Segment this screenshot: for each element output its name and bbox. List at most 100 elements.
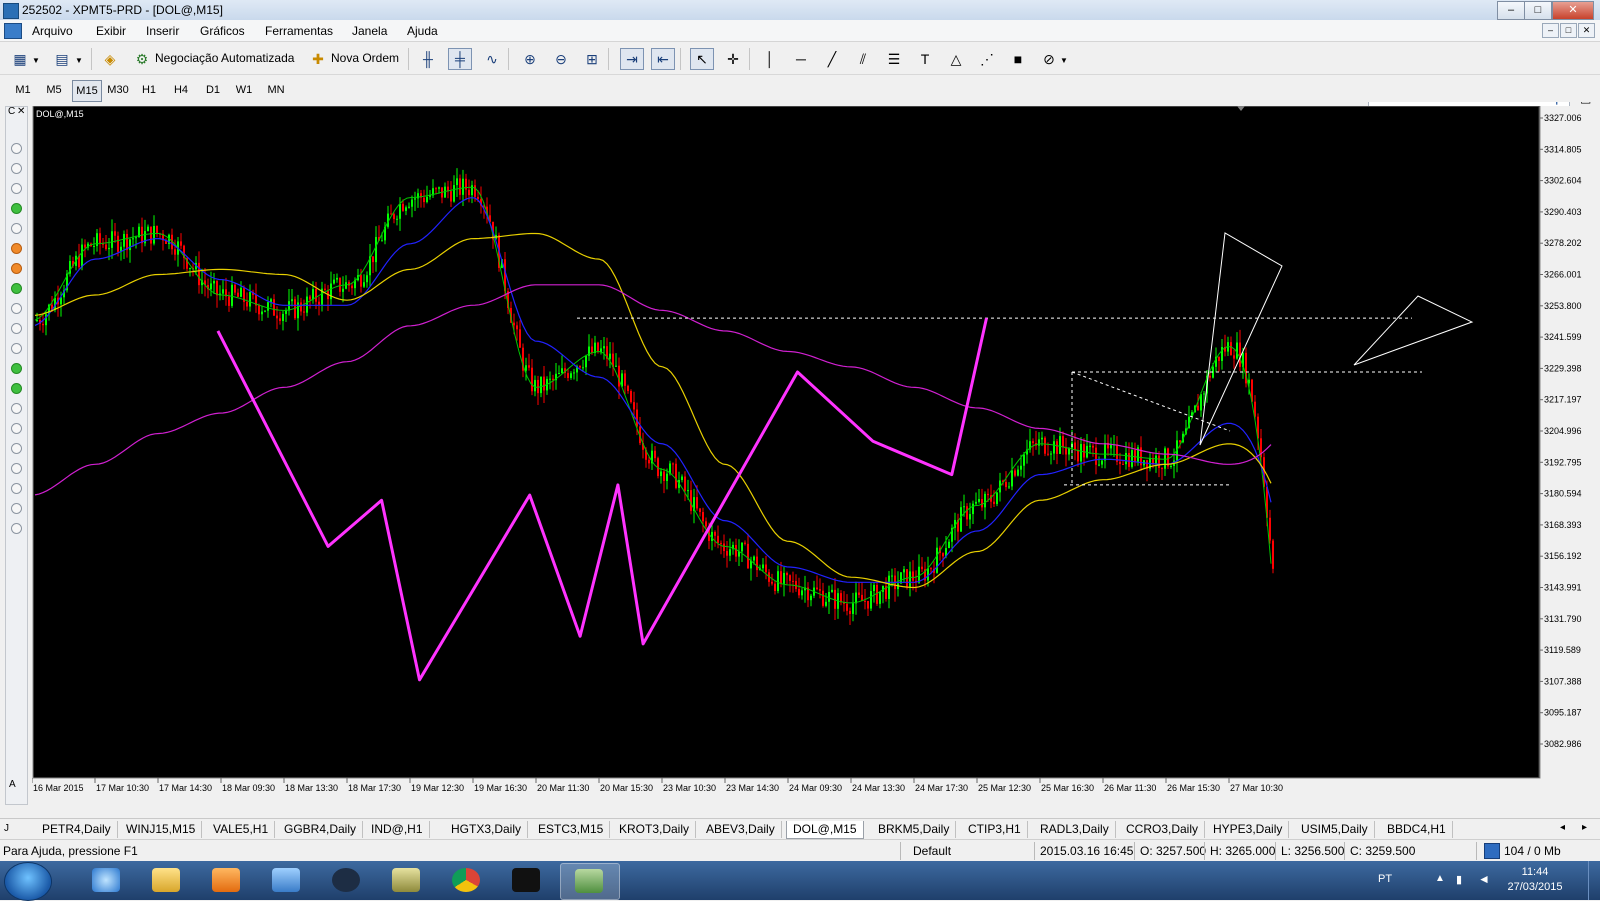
object-dot-icon[interactable]	[11, 483, 22, 494]
zoom-out-icon[interactable]: ⊖	[549, 48, 573, 70]
tf-mn[interactable]: MN	[262, 80, 290, 100]
taskbar-ie[interactable]	[78, 863, 136, 898]
tab-vale5-h1[interactable]: VALE5,H1	[207, 821, 276, 838]
object-up-arrow-icon[interactable]	[11, 383, 22, 394]
tf-h1[interactable]: H1	[135, 80, 163, 100]
tab-winj15-m15[interactable]: WINJ15,M15	[120, 821, 203, 838]
minimize-button[interactable]: –	[1497, 1, 1525, 20]
taskbar-xp[interactable]	[498, 863, 556, 898]
horizontal-line-icon[interactable]: ─	[789, 48, 813, 70]
tab-ind-h1[interactable]: IND@,H1	[365, 821, 430, 838]
language-indicator[interactable]: PT	[1378, 873, 1392, 885]
vertical-line-icon[interactable]: │	[758, 48, 782, 70]
tf-m5[interactable]: M5	[40, 80, 68, 100]
tf-h4[interactable]: H4	[167, 80, 195, 100]
object-dot-icon[interactable]	[11, 183, 22, 194]
tab-bbdc4-h1[interactable]: BBDC4,H1	[1381, 821, 1453, 838]
menu-arquivo[interactable]: Arquivo	[32, 24, 73, 38]
object-down-arrow-icon[interactable]	[11, 263, 22, 274]
close-button[interactable]: ✕	[1552, 1, 1594, 20]
mdi-close-button[interactable]: ✕	[1578, 23, 1595, 38]
start-button[interactable]	[4, 862, 52, 901]
status-profile[interactable]: Default	[913, 844, 951, 858]
menu-ferramentas[interactable]: Ferramentas	[265, 24, 333, 38]
panel-pin-icon[interactable]: C	[8, 106, 15, 117]
tf-m30[interactable]: M30	[104, 80, 132, 100]
auto-trading-icon[interactable]: ⚙	[130, 48, 154, 70]
tab-petr4-daily[interactable]: PETR4,Daily	[36, 821, 118, 838]
crosshair-icon[interactable]: ✛	[721, 48, 745, 70]
tf-m1[interactable]: M1	[9, 80, 37, 100]
object-dot-icon[interactable]	[11, 143, 22, 154]
new-order-icon[interactable]: ✚	[306, 48, 330, 70]
object-up-arrow-icon[interactable]	[11, 363, 22, 374]
volume-icon[interactable]: ◄	[1478, 872, 1490, 886]
tab-usim5-daily[interactable]: USIM5,Daily	[1295, 821, 1375, 838]
tf-m15[interactable]: M15	[72, 80, 102, 102]
tab-krot3-daily[interactable]: KROT3,Daily	[613, 821, 697, 838]
object-dot-icon[interactable]	[11, 443, 22, 454]
mdi-minimize-button[interactable]: –	[1542, 23, 1559, 38]
object-dot-icon[interactable]	[11, 423, 22, 434]
mdi-restore-button[interactable]: □	[1560, 23, 1577, 38]
auto-trading-button[interactable]: Negociação Automatizada	[155, 51, 294, 65]
chart-shift-icon[interactable]: ⇤	[651, 48, 675, 70]
shapes-dropdown-icon[interactable]: ▼	[1060, 56, 1068, 65]
taskbar-chrome[interactable]	[438, 863, 496, 898]
panel-close-icon[interactable]: ✕	[17, 106, 25, 117]
tf-d1[interactable]: D1	[199, 80, 227, 100]
taskbar-metatrader[interactable]	[560, 863, 620, 900]
tabs-scroll-right-icon[interactable]: ▸	[1582, 822, 1587, 833]
tab-abev3-daily[interactable]: ABEV3,Daily	[700, 821, 782, 838]
object-down-arrow-icon[interactable]	[11, 243, 22, 254]
tab-radl3-daily[interactable]: RADL3,Daily	[1034, 821, 1116, 838]
menu-inserir[interactable]: Inserir	[146, 24, 179, 38]
menu-exibir[interactable]: Exibir	[96, 24, 126, 38]
tray-expand-icon[interactable]: ▲	[1435, 873, 1445, 884]
panel-font-icon[interactable]: A	[9, 779, 16, 790]
tab-estc3-m15[interactable]: ESTC3,M15	[532, 821, 611, 838]
tab-brkm5-daily[interactable]: BRKM5,Daily	[872, 821, 957, 838]
tab-hype3-daily[interactable]: HYPE3,Daily	[1207, 821, 1290, 838]
chart-plot-area[interactable]	[32, 106, 1541, 779]
status-traffic[interactable]: 104 / 0 Mb	[1504, 844, 1561, 858]
auto-scroll-icon[interactable]: ⇥	[620, 48, 644, 70]
new-chart-icon[interactable]: ▦	[8, 48, 32, 70]
maximize-button[interactable]: □	[1524, 1, 1552, 20]
menu-ajuda[interactable]: Ajuda	[407, 24, 438, 38]
tf-w1[interactable]: W1	[230, 80, 258, 100]
object-dot-icon[interactable]	[11, 303, 22, 314]
triangle-tool-icon[interactable]: △	[944, 48, 968, 70]
taskbar-hp[interactable]	[318, 863, 376, 898]
object-dot-icon[interactable]	[11, 343, 22, 354]
object-dot-icon[interactable]	[11, 323, 22, 334]
price-chart[interactable]: 3327.006 3314.805 3302.604 3290.403 3278.202…	[32, 106, 1600, 821]
line-chart-icon[interactable]: ∿	[480, 48, 504, 70]
menu-janela[interactable]: Janela	[352, 24, 387, 38]
taskbar-explorer[interactable]	[138, 863, 196, 898]
taskbar-clock[interactable]: 11:44 27/03/2015	[1505, 865, 1565, 895]
rectangle-tool-icon[interactable]: ■	[1006, 48, 1030, 70]
shapes-icon[interactable]: ⊘	[1037, 48, 1061, 70]
taskbar-media-player[interactable]	[198, 863, 256, 898]
taskbar-app6[interactable]	[378, 863, 436, 898]
tab-ctip3-h1[interactable]: CTIP3,H1	[962, 821, 1028, 838]
fibo-fan-icon[interactable]: ⋰	[975, 48, 999, 70]
network-icon[interactable]: ▮	[1456, 873, 1462, 886]
chart-window-icon[interactable]	[4, 23, 22, 39]
object-list-panel[interactable]: C ✕ A	[5, 106, 28, 805]
profiles-dropdown-icon[interactable]: ▼	[75, 56, 83, 65]
trendline-icon[interactable]: ╱	[820, 48, 844, 70]
cursor-icon[interactable]: ↖	[690, 48, 714, 70]
profiles-icon[interactable]: ▤	[50, 48, 74, 70]
menu-graficos[interactable]: Gráficos	[200, 24, 245, 38]
tab-dol-m15[interactable]: DOL@,M15	[786, 821, 864, 839]
bar-chart-icon[interactable]: ╫	[416, 48, 440, 70]
candlestick-icon[interactable]: ╪	[448, 48, 472, 70]
equidistant-channel-icon[interactable]: ⫽	[851, 48, 875, 70]
tile-windows-icon[interactable]: ⊞	[580, 48, 604, 70]
object-dot-icon[interactable]	[11, 503, 22, 514]
new-order-button[interactable]: Nova Ordem	[331, 51, 399, 65]
market-watch-icon[interactable]: ◈	[98, 48, 122, 70]
tab-hgtx3-daily[interactable]: HGTX3,Daily	[445, 821, 529, 838]
